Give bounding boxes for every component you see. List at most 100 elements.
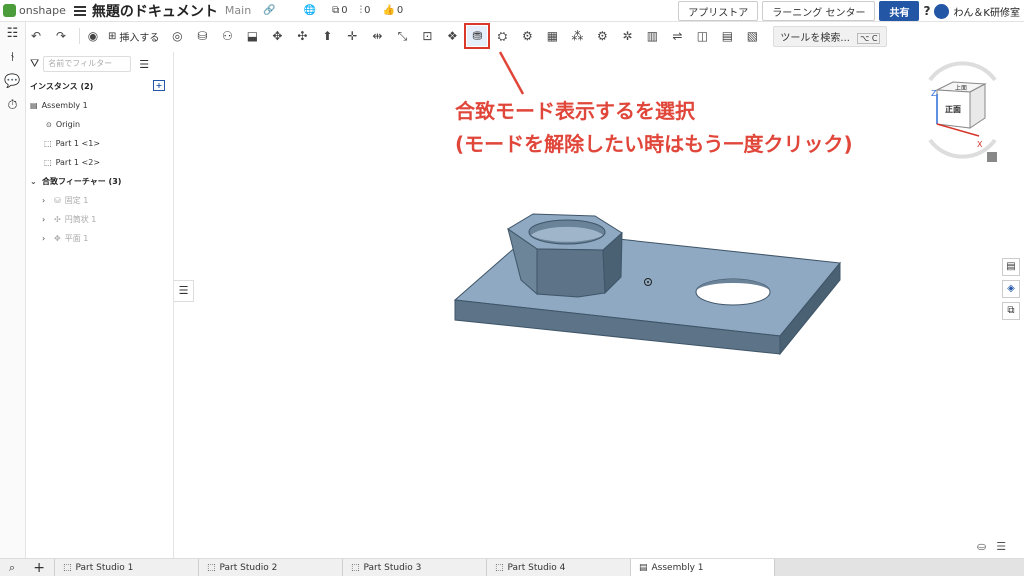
chevron-down-icon: ⌄ [30, 177, 37, 186]
search-shortcut: ⌥ C [857, 32, 881, 44]
tree-item-assembly[interactable]: ▤ Assembly 1 [26, 96, 173, 115]
relation-icon[interactable]: ⛭ [492, 26, 512, 46]
mates-header[interactable]: ⌄ 合致フィーチャー (3) [26, 172, 173, 191]
section-view-icon[interactable]: ⇌ [667, 26, 687, 46]
named-position-icon[interactable]: ◫ [692, 26, 712, 46]
filter-input[interactable]: 名前でフィルター [43, 56, 132, 72]
share-button[interactable]: 共有 [879, 1, 920, 21]
help-icon[interactable]: ? [923, 4, 930, 18]
fastened-mate-icon[interactable]: ⛁ [192, 26, 212, 46]
tree-item-label: Part 1 <1> [55, 139, 101, 148]
likes-indicator[interactable]: 👍 0 [382, 5, 403, 16]
tree-item-part-2[interactable]: ⬚ Part 1 <2> [26, 153, 173, 172]
measure-icon[interactable]: ▥ [642, 26, 662, 46]
tree-item-label: 円筒状 1 [64, 215, 97, 224]
blue-circle-icon[interactable]: ◉ [83, 26, 103, 46]
add-instance-icon[interactable]: + [153, 80, 165, 91]
branch-name[interactable]: Main [225, 4, 251, 17]
tab-label: Part Studio 4 [507, 562, 566, 573]
undo-icon[interactable]: ↶ [26, 26, 46, 46]
tab-manager-icon[interactable]: ☰ [996, 540, 1006, 553]
nut-side-front [536, 248, 606, 298]
cylindrical-mate-icon[interactable]: ✣ [292, 26, 312, 46]
search-tabs-icon[interactable]: ⌕ [9, 561, 15, 575]
tab-part-studio-3[interactable]: ⬚ Part Studio 3 [342, 559, 486, 576]
plane-icon[interactable]: ⛀ [977, 540, 986, 553]
pin-slot-mate-icon[interactable]: ⬆ [317, 26, 337, 46]
slider-mate-icon[interactable]: ⬓ [242, 26, 262, 46]
search-tools-button[interactable]: ツールを検索... ⌥ C [773, 25, 888, 47]
circular-pattern-icon[interactable]: ⚙ [592, 26, 612, 46]
comment-icon[interactable]: 💬 [0, 70, 25, 94]
part-studio-icon: ⬚ [351, 562, 360, 573]
tab-label: Part Studio 2 [219, 562, 278, 573]
origin-icon: ⊙ [46, 120, 52, 129]
list-view-icon[interactable]: ☰ [139, 58, 149, 71]
tree-item-label: 固定 1 [64, 196, 89, 205]
tab-bar-controls: ⌕ + [0, 559, 54, 576]
annotation-line-1: 合致モード表示するを選択 [455, 99, 695, 123]
annotation-text: 合致モード表示するを選択 (モードを解除したい時はもう一度クリック) [455, 95, 853, 161]
avatar[interactable] [934, 3, 950, 19]
left-rail: ☷ ⫮ 💬 ⏱ [0, 22, 26, 558]
tab-assembly-1[interactable]: ▤ Assembly 1 [630, 559, 774, 576]
explode-icon[interactable]: ▦ [542, 26, 562, 46]
history-icon[interactable]: ⏱ [0, 94, 25, 118]
appearance-panel-icon[interactable]: ▤ [1002, 258, 1020, 276]
ball-mate-icon[interactable]: ✛ [342, 26, 362, 46]
bottom-right-tools: ⛀ ☰ [977, 540, 1006, 553]
tab-bar-fill [774, 559, 1024, 576]
planar-mate-icon[interactable]: ✥ [267, 26, 287, 46]
link-icon[interactable]: 🔗 [263, 5, 275, 16]
versions-indicator[interactable]: ⫶ 0 [360, 5, 371, 16]
insert-button[interactable]: ⊞ 挿入する [108, 29, 159, 44]
parallel-mate-icon[interactable]: ⇹ [367, 26, 387, 46]
view-options-icon[interactable] [987, 152, 997, 162]
revolute-mate-icon[interactable]: ⚇ [217, 26, 237, 46]
document-title[interactable]: 無題のドキュメント [92, 1, 218, 21]
linear-pattern-icon[interactable]: ⁂ [567, 26, 587, 46]
tree-item-fastened[interactable]: › ⛁ 固定 1 [26, 191, 173, 210]
mate-mode-display-icon[interactable]: ⛃ [464, 23, 491, 49]
parts-panel-icon[interactable]: ◈ [1002, 280, 1020, 298]
tree-item-origin[interactable]: ⊙ Origin [26, 115, 173, 134]
view-cube-front-label: 正面 [945, 105, 961, 114]
tab-label: Assembly 1 [651, 562, 704, 573]
learning-center-button[interactable]: ラーニング センター [762, 1, 876, 21]
copies-indicator[interactable]: ⧉ 0 [332, 5, 348, 16]
tree-item-planar[interactable]: › ✥ 平面 1 [26, 229, 173, 248]
tab-part-studio-4[interactable]: ⬚ Part Studio 4 [486, 559, 630, 576]
tree-item-part-1[interactable]: ⬚ Part 1 <1> [26, 134, 173, 153]
configurations-icon[interactable]: ⧉ [1002, 302, 1020, 320]
thumbs-up-icon: 👍 [382, 5, 395, 16]
view-cube-top-label: 上面 [955, 84, 967, 92]
chevron-right-icon: › [42, 234, 46, 243]
add-tab-icon[interactable]: + [33, 560, 45, 576]
user-name[interactable]: わん＆K研修室 [953, 4, 1020, 19]
feature-list-icon[interactable]: ☷ [0, 22, 25, 46]
group-icon[interactable]: ⊡ [417, 26, 437, 46]
gear-icon[interactable]: ✲ [617, 26, 637, 46]
filter-icon[interactable]: ⛛ [30, 57, 39, 71]
mate-connector-icon[interactable]: ◎ [167, 26, 187, 46]
tree-item-cylindrical[interactable]: › ✣ 円筒状 1 [26, 210, 173, 229]
insert-part-icon[interactable]: ⫮ [0, 46, 25, 70]
axis-x-label: X [977, 140, 983, 149]
tab-part-studio-1[interactable]: ⬚ Part Studio 1 [54, 559, 198, 576]
tab-part-studio-2[interactable]: ⬚ Part Studio 2 [198, 559, 342, 576]
gear-relation-icon[interactable]: ⚙ [517, 26, 537, 46]
replicate-icon[interactable]: ❖ [442, 26, 462, 46]
redo-icon[interactable]: ↷ [51, 26, 71, 46]
assembly-icon: ▤ [639, 562, 648, 573]
instance-panel: ⛛ 名前でフィルター ☰ インスタンス (2) + ▤ Assembly 1 ⊙… [26, 52, 174, 558]
menu-icon[interactable] [73, 5, 86, 16]
tab-label: Part Studio 3 [363, 562, 422, 573]
app-store-button[interactable]: アプリストア [678, 1, 759, 21]
view-cube[interactable]: 上面 正面 Z X [915, 60, 1010, 170]
tangent-mate-icon[interactable]: ⤡ [392, 26, 412, 46]
properties-icon[interactable]: ▧ [742, 26, 762, 46]
onshape-logo[interactable]: onshape [3, 4, 66, 17]
part-icon: ⬚ [44, 139, 52, 148]
globe-icon[interactable]: 🌐 [304, 5, 316, 16]
bom-icon[interactable]: ▤ [717, 26, 737, 46]
